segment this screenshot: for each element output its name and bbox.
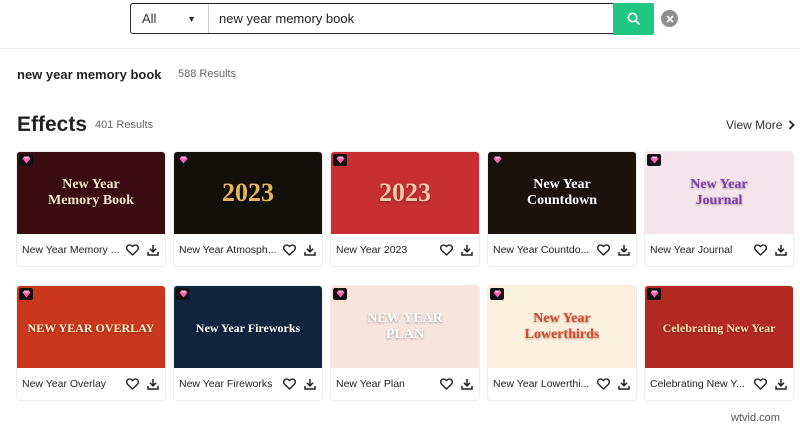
thumbnail-title: NEW YEAR OVERLAY (27, 321, 155, 335)
download-icon[interactable] (145, 376, 161, 392)
effect-info: New Year Journal (645, 234, 793, 266)
effect-name: Celebrating New Y... (650, 378, 745, 390)
gem-icon (490, 154, 504, 166)
results-count: 588 Results (178, 68, 237, 80)
search-icon (627, 12, 640, 25)
search-bar: All ▼ (130, 2, 654, 35)
effect-card[interactable]: 2023 New Year 2023 (331, 152, 479, 266)
category-select-value: All (142, 11, 157, 26)
effect-thumbnail[interactable]: New Year Fireworks (174, 286, 322, 368)
gem-icon (19, 288, 33, 300)
heart-icon[interactable] (281, 376, 297, 392)
chevron-right-icon (789, 120, 796, 130)
effect-info: New Year Overlay (17, 368, 165, 400)
gem-icon (333, 154, 347, 166)
search-button[interactable] (612, 2, 654, 35)
heart-icon[interactable] (752, 376, 768, 392)
effect-info: New Year 2023 (331, 234, 479, 266)
effect-card[interactable]: New Year Lowerthirds New Year Lowerthi... (488, 286, 636, 400)
gem-icon (333, 288, 347, 300)
thumbnail-title: New Year Fireworks (195, 321, 301, 335)
heart-icon[interactable] (595, 242, 611, 258)
download-icon[interactable] (459, 376, 475, 392)
effect-name: New Year Overlay (22, 378, 107, 390)
effect-thumbnail[interactable]: Celebrating New Year (645, 286, 793, 368)
watermark: wtvid.com (731, 412, 780, 424)
effect-info: Celebrating New Y... (645, 368, 793, 400)
download-icon[interactable] (616, 242, 632, 258)
thumbnail-title: New Year Journal (690, 177, 748, 208)
heart-icon[interactable] (124, 242, 140, 258)
effect-thumbnail[interactable]: NEW YEAR OVERLAY (17, 286, 165, 368)
effect-card[interactable]: 2023 New Year Atmosph... (174, 152, 322, 266)
effect-thumbnail[interactable]: New Year Memory Book (17, 152, 165, 234)
gem-icon (647, 154, 661, 166)
view-more-label: View More (726, 118, 783, 132)
header-divider (0, 48, 800, 49)
effect-name: New Year Journal (650, 244, 733, 256)
effect-card[interactable]: New Year Memory Book New Year Memory ... (17, 152, 165, 266)
heart-icon[interactable] (752, 242, 768, 258)
thumbnail-title: New Year Memory Book (48, 177, 134, 208)
effect-info: New Year Fireworks (174, 368, 322, 400)
effect-thumbnail[interactable]: New Year Lowerthirds (488, 286, 636, 368)
download-icon[interactable] (773, 242, 789, 258)
heart-icon[interactable] (595, 376, 611, 392)
download-icon[interactable] (302, 376, 318, 392)
effect-card[interactable]: NEW YEAR PLAN New Year Plan (331, 286, 479, 400)
effect-name: New Year 2023 (336, 244, 408, 256)
download-icon[interactable] (302, 242, 318, 258)
chevron-down-icon: ▼ (187, 13, 196, 24)
section-count: 401 Results (95, 119, 154, 131)
thumbnail-title: Celebrating New Year (662, 321, 776, 335)
effect-thumbnail[interactable]: New Year Journal (645, 152, 793, 234)
gem-icon (176, 288, 190, 300)
effect-card[interactable]: New Year Journal New Year Journal (645, 152, 793, 266)
section-title: Effects (17, 113, 88, 136)
effect-info: New Year Countdo... (488, 234, 636, 266)
thumbnail-title: 2023 (222, 178, 274, 207)
close-icon (665, 14, 674, 23)
effect-info: New Year Memory ... (17, 234, 165, 266)
gem-icon (490, 288, 504, 300)
thumbnail-title: 2023 (379, 178, 431, 207)
gem-icon (647, 288, 661, 300)
effect-info: New Year Atmosph... (174, 234, 322, 266)
heart-icon[interactable] (438, 242, 454, 258)
category-select[interactable]: All ▼ (131, 4, 209, 33)
effect-name: New Year Lowerthi... (493, 378, 590, 390)
download-icon[interactable] (459, 242, 475, 258)
thumbnail-title: New Year Countdown (526, 177, 598, 208)
view-more-link[interactable]: View More (726, 118, 796, 132)
download-icon[interactable] (616, 376, 632, 392)
effect-thumbnail[interactable]: 2023 (331, 152, 479, 234)
effect-name: New Year Memory ... (22, 244, 119, 256)
heart-icon[interactable] (124, 376, 140, 392)
heart-icon[interactable] (281, 242, 297, 258)
search-input[interactable] (209, 4, 613, 33)
thumbnail-title: NEW YEAR PLAN (367, 311, 443, 342)
results-query-title: new year memory book (17, 67, 162, 82)
clear-search-button[interactable] (661, 10, 678, 27)
gem-icon (176, 154, 190, 166)
effect-card[interactable]: New Year Countdown New Year Countdo... (488, 152, 636, 266)
effect-name: New Year Fireworks (179, 378, 273, 390)
effect-card[interactable]: Celebrating New Year Celebrating New Y... (645, 286, 793, 400)
effect-info: New Year Lowerthi... (488, 368, 636, 400)
effect-thumbnail[interactable]: New Year Countdown (488, 152, 636, 234)
heart-icon[interactable] (438, 376, 454, 392)
effect-name: New Year Countdo... (493, 244, 590, 256)
effect-name: New Year Atmosph... (179, 244, 276, 256)
thumbnail-title: New Year Lowerthirds (524, 311, 600, 342)
gem-icon (19, 154, 33, 166)
effect-thumbnail[interactable]: NEW YEAR PLAN (331, 286, 479, 368)
download-icon[interactable] (145, 242, 161, 258)
effect-card[interactable]: New Year Fireworks New Year Fireworks (174, 286, 322, 400)
effect-info: New Year Plan (331, 368, 479, 400)
effect-card[interactable]: NEW YEAR OVERLAY New Year Overlay (17, 286, 165, 400)
effect-name: New Year Plan (336, 378, 405, 390)
download-icon[interactable] (773, 376, 789, 392)
effect-thumbnail[interactable]: 2023 (174, 152, 322, 234)
